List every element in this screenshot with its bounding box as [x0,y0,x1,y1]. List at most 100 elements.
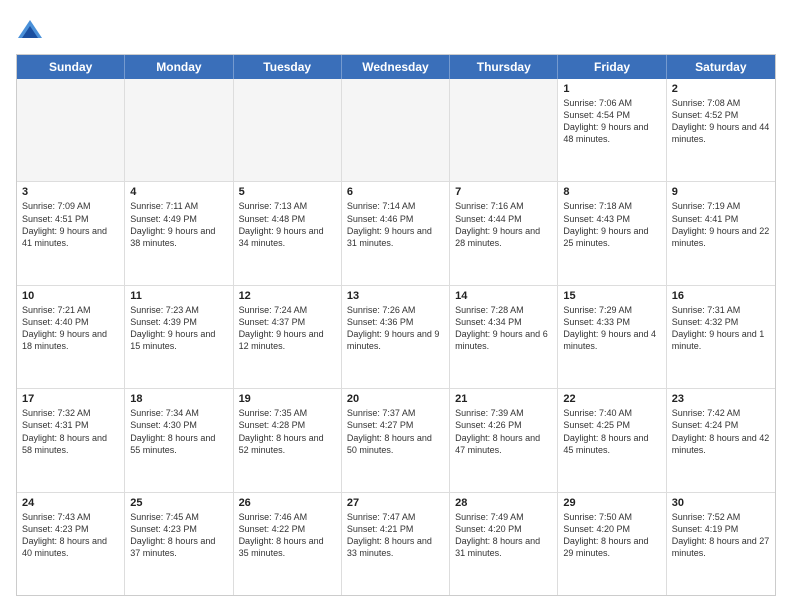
day-number: 11 [130,290,227,302]
calendar-cell: 3 Sunrise: 7:09 AM Sunset: 4:51 PM Daylig… [17,182,125,284]
day-number: 3 [22,186,119,198]
calendar-cell: 17 Sunrise: 7:32 AM Sunset: 4:31 PM Dayli… [17,389,125,491]
header-cell-friday: Friday [558,55,666,79]
cell-info: Sunrise: 7:19 AM Sunset: 4:41 PM Dayligh… [672,200,770,249]
logo [16,16,48,44]
day-number: 29 [563,497,660,509]
calendar-row-3: 17 Sunrise: 7:32 AM Sunset: 4:31 PM Dayli… [17,389,775,492]
day-number: 26 [239,497,336,509]
day-number: 25 [130,497,227,509]
calendar-cell: 15Sunrise: 7:29 AM Sunset: 4:33 PM Dayli… [558,286,666,388]
day-number: 5 [239,186,336,198]
calendar-row-0: 1Sunrise: 7:06 AM Sunset: 4:54 PM Daylig… [17,79,775,182]
calendar-cell: 7 Sunrise: 7:16 AM Sunset: 4:44 PM Daylig… [450,182,558,284]
day-number: 8 [563,186,660,198]
cell-info: Sunrise: 7:31 AM Sunset: 4:32 PM Dayligh… [672,304,770,353]
cell-info: Sunrise: 7:34 AM Sunset: 4:30 PM Dayligh… [130,407,227,456]
calendar-cell: 1Sunrise: 7:06 AM Sunset: 4:54 PM Daylig… [558,79,666,181]
day-number: 7 [455,186,552,198]
cell-info: Sunrise: 7:52 AM Sunset: 4:19 PM Dayligh… [672,511,770,560]
cell-info: Sunrise: 7:29 AM Sunset: 4:33 PM Dayligh… [563,304,660,353]
calendar-row-4: 24 Sunrise: 7:43 AM Sunset: 4:23 PM Dayli… [17,493,775,595]
calendar-row-2: 10Sunrise: 7:21 AM Sunset: 4:40 PM Dayli… [17,286,775,389]
day-number: 9 [672,186,770,198]
calendar-cell: 23 Sunrise: 7:42 AM Sunset: 4:24 PM Dayli… [667,389,775,491]
header [16,16,776,44]
header-cell-sunday: Sunday [17,55,125,79]
calendar-cell [17,79,125,181]
cell-info: Sunrise: 7:13 AM Sunset: 4:48 PM Dayligh… [239,200,336,249]
cell-info: Sunrise: 7:11 AM Sunset: 4:49 PM Dayligh… [130,200,227,249]
calendar-cell: 16 Sunrise: 7:31 AM Sunset: 4:32 PM Dayli… [667,286,775,388]
cell-info: Sunrise: 7:21 AM Sunset: 4:40 PM Dayligh… [22,304,119,353]
day-number: 14 [455,290,552,302]
cell-info: Sunrise: 7:08 AM Sunset: 4:52 PM Dayligh… [672,97,770,146]
cell-info: Sunrise: 7:28 AM Sunset: 4:34 PM Dayligh… [455,304,552,353]
cell-info: Sunrise: 7:16 AM Sunset: 4:44 PM Dayligh… [455,200,552,249]
header-cell-saturday: Saturday [667,55,775,79]
calendar-cell [450,79,558,181]
calendar-cell: 10Sunrise: 7:21 AM Sunset: 4:40 PM Dayli… [17,286,125,388]
cell-info: Sunrise: 7:06 AM Sunset: 4:54 PM Dayligh… [563,97,660,146]
calendar-cell: 29 Sunrise: 7:50 AM Sunset: 4:20 PM Dayli… [558,493,666,595]
day-number: 20 [347,393,444,405]
calendar-cell: 25 Sunrise: 7:45 AM Sunset: 4:23 PM Dayli… [125,493,233,595]
calendar-cell: 26 Sunrise: 7:46 AM Sunset: 4:22 PM Dayli… [234,493,342,595]
cell-info: Sunrise: 7:14 AM Sunset: 4:46 PM Dayligh… [347,200,444,249]
cell-info: Sunrise: 7:35 AM Sunset: 4:28 PM Dayligh… [239,407,336,456]
cell-info: Sunrise: 7:49 AM Sunset: 4:20 PM Dayligh… [455,511,552,560]
calendar-cell: 28Sunrise: 7:49 AM Sunset: 4:20 PM Dayli… [450,493,558,595]
calendar-cell: 19 Sunrise: 7:35 AM Sunset: 4:28 PM Dayli… [234,389,342,491]
header-cell-thursday: Thursday [450,55,558,79]
calendar-cell: 14 Sunrise: 7:28 AM Sunset: 4:34 PM Dayli… [450,286,558,388]
header-cell-monday: Monday [125,55,233,79]
cell-info: Sunrise: 7:18 AM Sunset: 4:43 PM Dayligh… [563,200,660,249]
day-number: 6 [347,186,444,198]
calendar-cell: 30 Sunrise: 7:52 AM Sunset: 4:19 PM Dayli… [667,493,775,595]
calendar-header-row: SundayMondayTuesdayWednesdayThursdayFrid… [17,55,775,79]
page: SundayMondayTuesdayWednesdayThursdayFrid… [0,0,792,612]
calendar-cell [125,79,233,181]
cell-info: Sunrise: 7:43 AM Sunset: 4:23 PM Dayligh… [22,511,119,560]
header-cell-wednesday: Wednesday [342,55,450,79]
day-number: 24 [22,497,119,509]
calendar-cell: 8 Sunrise: 7:18 AM Sunset: 4:43 PM Daylig… [558,182,666,284]
cell-info: Sunrise: 7:42 AM Sunset: 4:24 PM Dayligh… [672,407,770,456]
cell-info: Sunrise: 7:23 AM Sunset: 4:39 PM Dayligh… [130,304,227,353]
calendar-cell: 21 Sunrise: 7:39 AM Sunset: 4:26 PM Dayli… [450,389,558,491]
day-number: 21 [455,393,552,405]
cell-info: Sunrise: 7:32 AM Sunset: 4:31 PM Dayligh… [22,407,119,456]
cell-info: Sunrise: 7:50 AM Sunset: 4:20 PM Dayligh… [563,511,660,560]
calendar-cell: 2 Sunrise: 7:08 AM Sunset: 4:52 PM Daylig… [667,79,775,181]
calendar-cell: 9 Sunrise: 7:19 AM Sunset: 4:41 PM Daylig… [667,182,775,284]
cell-info: Sunrise: 7:09 AM Sunset: 4:51 PM Dayligh… [22,200,119,249]
day-number: 23 [672,393,770,405]
day-number: 27 [347,497,444,509]
day-number: 19 [239,393,336,405]
cell-info: Sunrise: 7:39 AM Sunset: 4:26 PM Dayligh… [455,407,552,456]
calendar-cell: 12Sunrise: 7:24 AM Sunset: 4:37 PM Dayli… [234,286,342,388]
day-number: 2 [672,83,770,95]
day-number: 22 [563,393,660,405]
calendar-cell: 4 Sunrise: 7:11 AM Sunset: 4:49 PM Daylig… [125,182,233,284]
day-number: 30 [672,497,770,509]
calendar-row-1: 3 Sunrise: 7:09 AM Sunset: 4:51 PM Daylig… [17,182,775,285]
calendar-body: 1Sunrise: 7:06 AM Sunset: 4:54 PM Daylig… [17,79,775,595]
day-number: 16 [672,290,770,302]
cell-info: Sunrise: 7:40 AM Sunset: 4:25 PM Dayligh… [563,407,660,456]
calendar-cell: 20Sunrise: 7:37 AM Sunset: 4:27 PM Dayli… [342,389,450,491]
day-number: 4 [130,186,227,198]
cell-info: Sunrise: 7:46 AM Sunset: 4:22 PM Dayligh… [239,511,336,560]
cell-info: Sunrise: 7:47 AM Sunset: 4:21 PM Dayligh… [347,511,444,560]
day-number: 13 [347,290,444,302]
cell-info: Sunrise: 7:45 AM Sunset: 4:23 PM Dayligh… [130,511,227,560]
calendar-cell: 6 Sunrise: 7:14 AM Sunset: 4:46 PM Daylig… [342,182,450,284]
day-number: 12 [239,290,336,302]
logo-icon [16,16,44,44]
header-cell-tuesday: Tuesday [234,55,342,79]
day-number: 17 [22,393,119,405]
calendar-cell: 5 Sunrise: 7:13 AM Sunset: 4:48 PM Daylig… [234,182,342,284]
cell-info: Sunrise: 7:26 AM Sunset: 4:36 PM Dayligh… [347,304,444,353]
calendar-cell: 27 Sunrise: 7:47 AM Sunset: 4:21 PM Dayli… [342,493,450,595]
calendar-cell [342,79,450,181]
